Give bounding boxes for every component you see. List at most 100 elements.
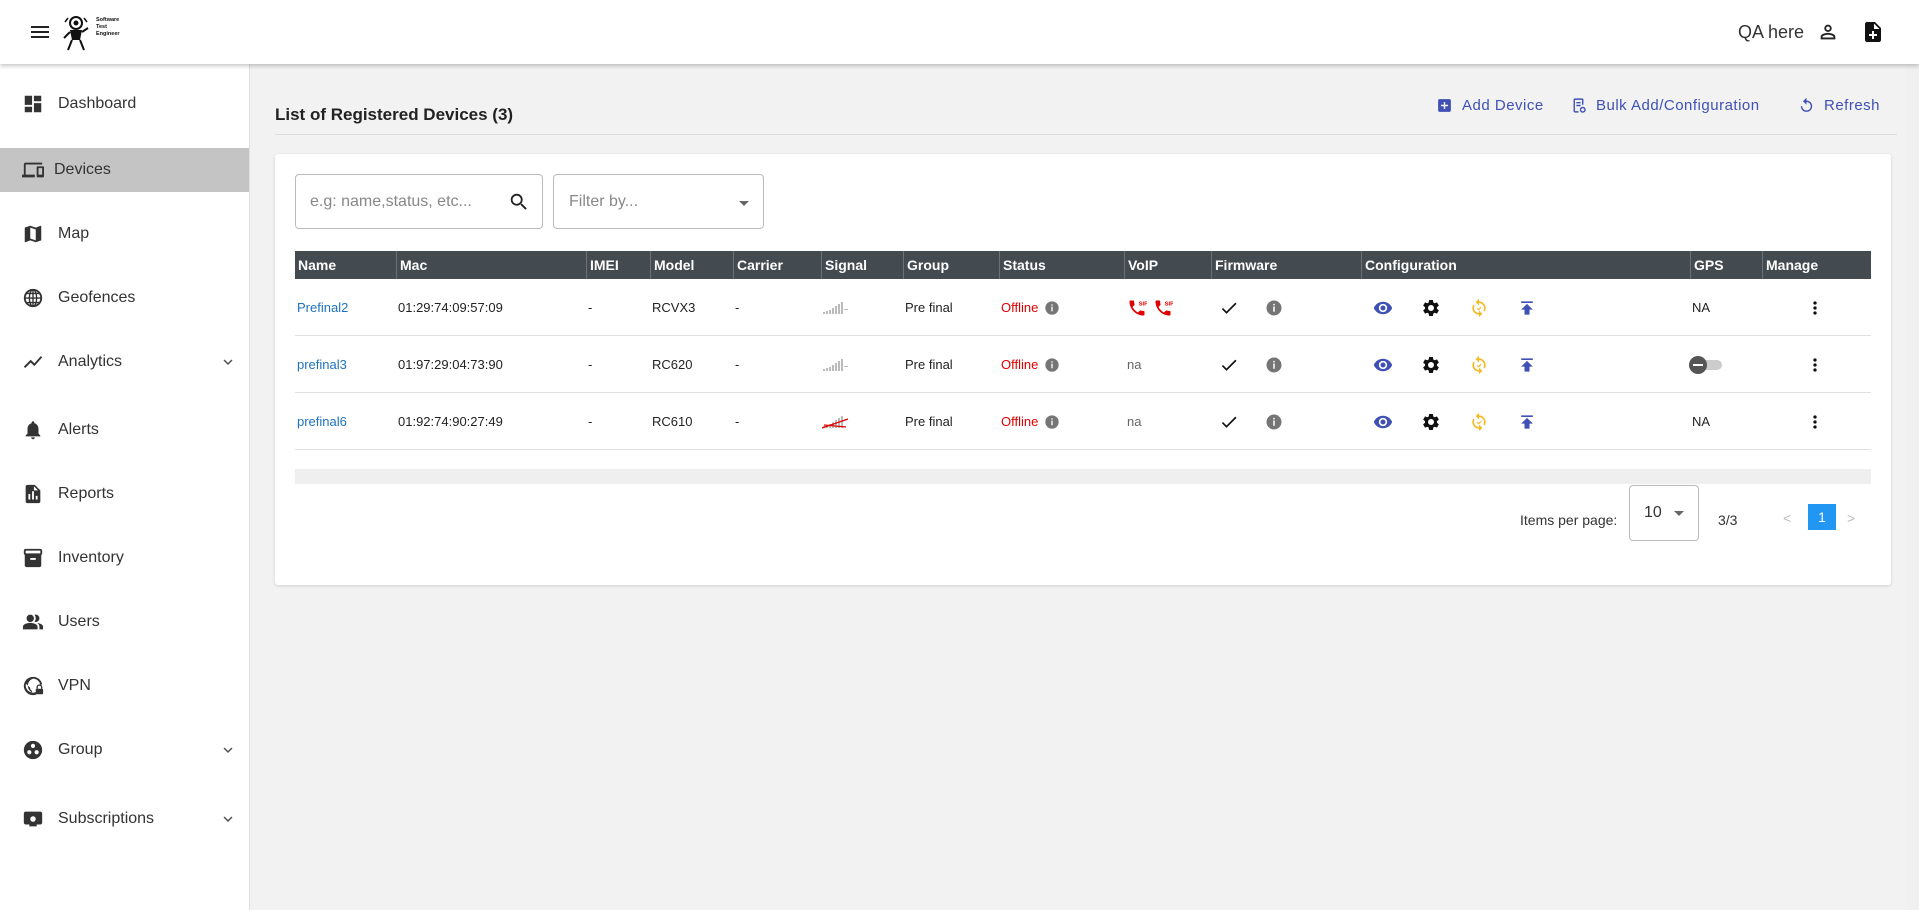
sync-icon[interactable] [1469, 355, 1489, 375]
column-header-group[interactable]: Group [903, 251, 999, 279]
search-field [295, 174, 543, 229]
column-header-carrier[interactable]: Carrier [733, 251, 821, 279]
gps-toggle[interactable] [1688, 355, 1726, 375]
sidebar-item-subscriptions[interactable]: Subscriptions [0, 797, 249, 841]
cell-mac: 01:97:29:04:73:90 [398, 357, 503, 372]
upload-icon[interactable] [1517, 412, 1537, 432]
sync-icon[interactable] [1469, 298, 1489, 318]
note-add-icon[interactable] [1861, 20, 1885, 44]
sync-icon[interactable] [1469, 412, 1489, 432]
table-horizontal-scrollbar[interactable] [295, 469, 1871, 484]
table-row: prefinal6 01:92:74:90:27:49 - RC610 - Pr… [295, 393, 1871, 450]
search-input[interactable] [310, 191, 495, 213]
column-header-mac[interactable]: Mac [396, 251, 586, 279]
chevron-down-icon[interactable] [219, 353, 237, 371]
chevron-down-icon[interactable] [219, 810, 237, 828]
analytics-icon [23, 356, 43, 368]
sidebar-item-geofences[interactable]: Geofences [0, 276, 249, 320]
sidebar-item-vpn[interactable]: VPN [0, 664, 249, 708]
items-per-page-select[interactable]: 10 [1629, 485, 1699, 541]
upload-icon[interactable] [1517, 355, 1537, 375]
info-icon[interactable] [1265, 356, 1283, 374]
sidebar-item-map[interactable]: Map [0, 212, 249, 256]
column-header-name[interactable]: Name [295, 251, 396, 279]
sidebar-item-users[interactable]: Users [0, 600, 249, 644]
info-icon[interactable] [1044, 357, 1060, 373]
page-1-button[interactable]: 1 [1808, 504, 1836, 530]
more-vert-icon[interactable] [1805, 355, 1825, 375]
sidebar-item-dashboard[interactable]: Dashboard [0, 82, 249, 126]
previous-page-button[interactable]: < [1783, 510, 1791, 526]
cell-firmware [1219, 279, 1283, 336]
svg-text:SIP: SIP [1139, 301, 1147, 307]
report-icon [25, 484, 41, 504]
sidebar-item-label: Users [58, 613, 100, 630]
cell-firmware [1219, 336, 1283, 393]
refresh-label: Refresh [1824, 97, 1881, 114]
cell-manage [1805, 279, 1825, 336]
column-header-manage[interactable]: Manage [1762, 251, 1871, 279]
sip-phone-icon[interactable]: SIP [1153, 298, 1173, 318]
sidebar-item-devices[interactable]: Devices [0, 148, 249, 192]
device-link[interactable]: prefinal6 [297, 414, 347, 429]
map-icon [24, 225, 42, 243]
info-icon[interactable] [1265, 299, 1283, 317]
table-row: Prefinal2 01:29:74:09:57:09 - RCVX3 - Pr… [295, 279, 1871, 336]
filter-select[interactable]: Filter by... [553, 174, 764, 229]
info-icon[interactable] [1044, 414, 1060, 430]
cell-carrier: - [735, 300, 740, 315]
device-link[interactable]: Prefinal2 [297, 300, 348, 315]
next-page-button[interactable]: > [1847, 510, 1855, 526]
column-header-model[interactable]: Model [650, 251, 733, 279]
logo-text: Software Test Engineer [96, 17, 120, 37]
signal-strength-icon [823, 358, 848, 371]
sidebar-item-inventory[interactable]: Inventory [0, 536, 249, 580]
column-header-signal[interactable]: Signal [821, 251, 903, 279]
device-link[interactable]: prefinal3 [297, 357, 347, 372]
group-icon [23, 740, 43, 760]
sidebar-item-reports[interactable]: Reports [0, 472, 249, 516]
account-icon[interactable] [1817, 21, 1839, 43]
column-header-imei[interactable]: IMEI [586, 251, 650, 279]
info-icon[interactable] [1265, 413, 1283, 431]
column-header-firmware[interactable]: Firmware [1211, 251, 1361, 279]
cell-gps: NA [1692, 414, 1711, 429]
column-header-configuration[interactable]: Configuration [1361, 251, 1690, 279]
column-header-status[interactable]: Status [999, 251, 1124, 279]
filter-placeholder: Filter by... [569, 193, 639, 210]
cell-signal [821, 336, 851, 393]
table-row: prefinal3 01:97:29:04:73:90 - RC620 - Pr… [295, 336, 1871, 393]
cell-model: RCVX3 [652, 300, 696, 315]
subscriptions-icon [23, 811, 43, 827]
eye-icon[interactable] [1373, 412, 1393, 432]
upload-icon[interactable] [1517, 298, 1537, 318]
add-device-button[interactable]: Add Device [1436, 97, 1544, 114]
globe-grid-icon [23, 288, 43, 308]
sidebar-item-alerts[interactable]: Alerts [0, 408, 249, 452]
cell-name: Prefinal2 [297, 279, 348, 336]
refresh-button[interactable]: Refresh [1798, 97, 1880, 114]
clipboard-settings-icon [1573, 98, 1586, 113]
gear-icon[interactable] [1421, 355, 1441, 375]
eye-icon[interactable] [1373, 298, 1393, 318]
page-scrollbar[interactable] [1905, 64, 1919, 910]
sidebar-item-label: Analytics [58, 353, 123, 370]
eye-icon[interactable] [1373, 355, 1393, 375]
gear-icon[interactable] [1421, 412, 1441, 432]
bulk-add-button[interactable]: Bulk Add/Configuration [1570, 97, 1760, 114]
column-header-gps[interactable]: GPS [1690, 251, 1762, 279]
chevron-down-icon[interactable] [219, 741, 237, 759]
refresh-icon [1800, 97, 1813, 112]
sidebar-item-analytics[interactable]: Analytics [0, 340, 249, 384]
info-icon[interactable] [1044, 300, 1060, 316]
sidebar-item-group[interactable]: Group [0, 728, 249, 772]
gear-icon[interactable] [1421, 298, 1441, 318]
hamburger-menu-icon[interactable] [28, 20, 52, 44]
page-title: List of Registered Devices (3) [275, 105, 514, 124]
more-vert-icon[interactable] [1805, 412, 1825, 432]
sip-phone-icon[interactable]: SIP [1127, 298, 1147, 318]
signal-strength-icon [823, 301, 848, 314]
more-vert-icon[interactable] [1805, 298, 1825, 318]
search-icon[interactable] [508, 191, 530, 213]
column-header-voip[interactable]: VoIP [1124, 251, 1211, 279]
